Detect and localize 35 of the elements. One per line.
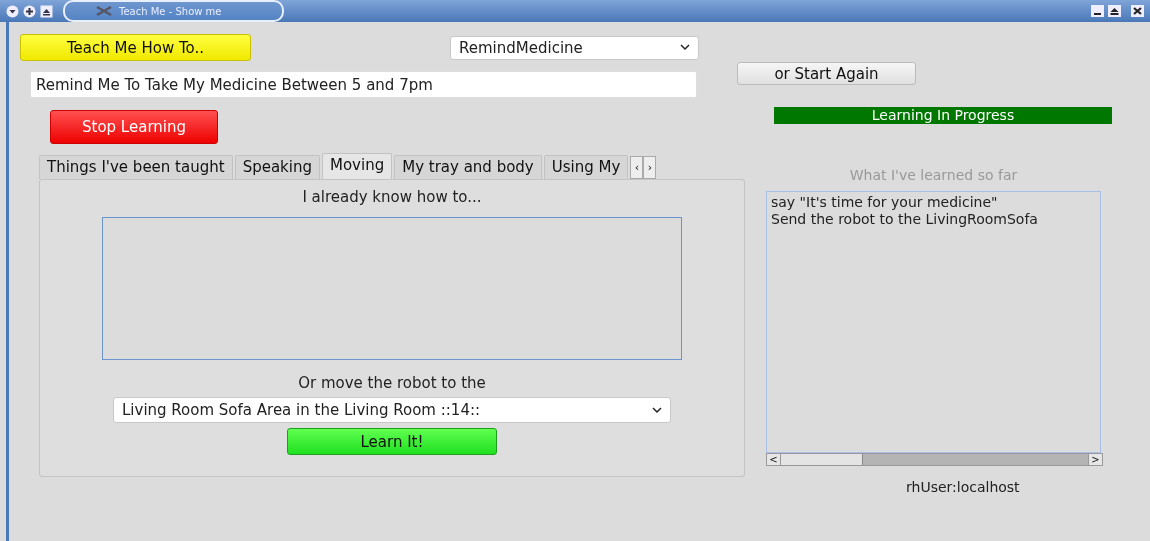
- teach-button[interactable]: Teach Me How To..: [20, 34, 251, 61]
- maximize-icon[interactable]: [1108, 5, 1121, 17]
- tab[interactable]: My tray and body: [394, 155, 542, 179]
- learned-list[interactable]: say "It's time for your medicine" Send the robot to the LivingRoomSofa: [766, 191, 1101, 453]
- status-banner: Learning In Progress: [774, 107, 1112, 124]
- start-again-button[interactable]: or Start Again: [737, 62, 916, 85]
- scroll-left-button[interactable]: <: [767, 454, 781, 465]
- learned-item[interactable]: Send the robot to the LivingRoomSofa: [771, 211, 1096, 228]
- stop-learning-button[interactable]: Stop Learning: [50, 110, 218, 144]
- window-title: Teach Me - Show me: [119, 5, 222, 17]
- move-heading: Or move the robot to the: [298, 374, 486, 392]
- menu-icon[interactable]: [6, 4, 19, 18]
- shade-icon[interactable]: [40, 4, 53, 18]
- horizontal-scrollbar[interactable]: < >: [766, 453, 1103, 466]
- app-icon: [95, 5, 113, 17]
- close-icon[interactable]: [1131, 5, 1144, 17]
- location-dropdown[interactable]: Living Room Sofa Area in the Living Room ::14::: [113, 397, 671, 423]
- dropdown-caret-icon: [652, 406, 662, 414]
- known-heading: I already know how to...: [302, 188, 482, 206]
- behavior-dropdown[interactable]: RemindMedicine: [450, 35, 699, 60]
- learned-heading: What I've learned so far: [848, 167, 1019, 183]
- tab-scroll-left-button[interactable]: ‹: [630, 156, 644, 179]
- minimize-icon[interactable]: [1091, 5, 1104, 17]
- learned-item[interactable]: say "It's time for your medicine": [771, 194, 1096, 211]
- user-label: rhUser:localhost: [906, 479, 1021, 495]
- tab-scroll-right-button[interactable]: ›: [643, 156, 657, 179]
- tab[interactable]: Speaking: [234, 155, 320, 179]
- tab[interactable]: Using My: [543, 155, 629, 179]
- dropdown-caret-icon: [680, 44, 690, 51]
- task-field[interactable]: Remind Me To Take My Medicine Between 5 and 7pm: [30, 71, 697, 98]
- plus-icon[interactable]: [23, 4, 36, 18]
- tab[interactable]: Moving: [322, 153, 393, 179]
- learn-button[interactable]: Learn It!: [287, 428, 497, 455]
- scroll-right-button[interactable]: >: [1088, 454, 1102, 465]
- tab[interactable]: Things I've been taught: [39, 155, 233, 179]
